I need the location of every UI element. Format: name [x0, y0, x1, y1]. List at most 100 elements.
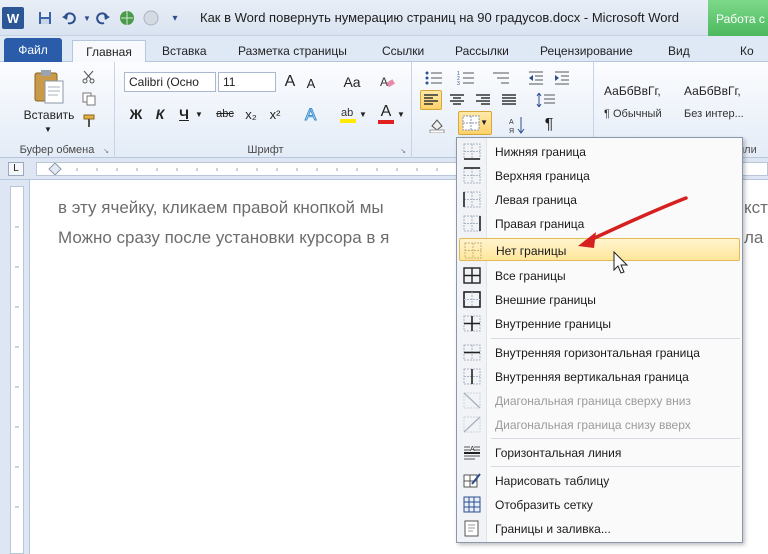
borders-and-shading-icon: [464, 520, 479, 537]
style-no-spacing[interactable]: АаБбВвГг, Без интер...: [680, 68, 758, 124]
font-size-combo[interactable]: 11: [218, 72, 276, 92]
document-line-1: в эту ячейку, кликаем правой кнопкой мы: [58, 198, 384, 217]
style-normal[interactable]: АаБбВвГг, ¶ Обычный: [600, 68, 678, 124]
sort-icon[interactable]: AЯ: [506, 114, 528, 136]
subscript-button[interactable]: x₂: [240, 104, 262, 124]
menu-item-label: Внутренняя вертикальная граница: [495, 370, 689, 384]
tab-design-partial[interactable]: Ко: [740, 40, 754, 62]
customize-qat-icon[interactable]: ▾: [166, 9, 184, 27]
shading-icon[interactable]: [426, 114, 448, 136]
svg-text:A: A: [380, 75, 388, 89]
tab-review[interactable]: Рецензирование: [540, 40, 633, 62]
menu-item-no-border[interactable]: Нет границы: [459, 238, 740, 261]
paste-dropdown-icon[interactable]: ▼: [40, 124, 56, 134]
no-border-icon: [464, 242, 482, 259]
spelling-globe-icon[interactable]: [118, 9, 136, 27]
decrease-indent-icon[interactable]: [526, 68, 546, 88]
menu-item-left-border[interactable]: Левая граница: [459, 188, 740, 211]
menu-item-right-border[interactable]: Правая граница: [459, 212, 740, 235]
strikethrough-button[interactable]: abc: [212, 104, 238, 124]
shrink-font-button[interactable]: A: [302, 74, 320, 92]
tab-references[interactable]: Ссылки: [382, 40, 424, 62]
italic-button[interactable]: К: [150, 104, 170, 124]
align-left-button[interactable]: [420, 90, 442, 110]
menu-item-label: Диагональная граница сверху вниз: [495, 394, 691, 408]
menu-item-inside-borders[interactable]: Внутренние границы: [459, 312, 740, 335]
menu-item-all-borders[interactable]: Все границы: [459, 264, 740, 287]
font-color-dropdown-icon[interactable]: ▼: [396, 106, 406, 122]
font-color-swatch: [378, 120, 394, 124]
context-tab-table-tools[interactable]: Работа с: [708, 0, 768, 36]
highlight-dropdown-icon[interactable]: ▼: [358, 106, 368, 122]
paste-button[interactable]: Вставить: [16, 108, 82, 122]
save-icon[interactable]: [36, 9, 54, 27]
justify-icon[interactable]: [498, 90, 520, 110]
font-color-letter: A: [380, 103, 392, 120]
menu-item-label: Горизонтальная линия: [495, 446, 622, 460]
undo-icon[interactable]: [60, 9, 78, 27]
document-line-2: Можно сразу после установки курсора в я: [58, 228, 390, 247]
clipboard-group: Вставить ▼ Буфер обмена ↘: [0, 62, 115, 158]
superscript-button[interactable]: x²: [264, 104, 286, 124]
align-center-icon[interactable]: [446, 90, 468, 110]
draw-table-icon: [463, 473, 481, 488]
underline-dropdown-icon[interactable]: ▼: [194, 106, 204, 122]
tab-page-layout[interactable]: Разметка страницы: [238, 40, 347, 62]
format-painter-icon[interactable]: [80, 112, 98, 130]
show-marks-icon[interactable]: ¶: [538, 114, 560, 136]
numbering-icon[interactable]: 123: [454, 68, 478, 88]
copy-icon[interactable]: [80, 90, 98, 108]
underline-button[interactable]: Ч: [174, 104, 194, 124]
tab-file[interactable]: Файл: [4, 38, 62, 62]
tab-mailings[interactable]: Рассылки: [455, 40, 509, 62]
menu-item-outside-borders[interactable]: Внешние границы: [459, 288, 740, 311]
text-highlight-icon[interactable]: ab: [336, 102, 360, 126]
word-logo-icon[interactable]: W: [2, 7, 24, 29]
bold-button[interactable]: Ж: [126, 104, 146, 124]
outside-borders-icon: [463, 291, 481, 308]
tab-insert[interactable]: Вставка: [162, 40, 207, 62]
tab-selector[interactable]: L: [8, 162, 24, 176]
align-right-icon[interactable]: [472, 90, 494, 110]
menu-item-label: Нарисовать таблицу: [495, 474, 610, 488]
top-border-icon: [463, 167, 481, 184]
diagonal-down-border-icon: [463, 392, 481, 409]
menu-item-diagonal-down-border: Диагональная граница сверху вниз: [459, 389, 740, 412]
font-name-combo[interactable]: Calibri (Осно: [124, 72, 216, 92]
clipboard-launcher-icon[interactable]: ↘: [102, 147, 110, 155]
increase-indent-icon[interactable]: [552, 68, 572, 88]
font-launcher-icon[interactable]: ↘: [399, 147, 407, 155]
bullets-icon[interactable]: [422, 68, 446, 88]
diagonal-up-border-icon: [463, 416, 481, 433]
tab-view[interactable]: Вид: [668, 40, 690, 62]
menu-item-horizontal-line[interactable]: A Горизонтальная линия: [459, 441, 740, 464]
menu-item-label: Внутренняя горизонтальная граница: [495, 346, 700, 360]
menu-item-inside-horizontal-border[interactable]: Внутренняя горизонтальная граница: [459, 341, 740, 364]
cut-icon[interactable]: [80, 68, 98, 86]
paste-icon[interactable]: [26, 68, 72, 106]
menu-item-borders-and-shading[interactable]: Границы и заливка...: [459, 517, 740, 540]
vertical-ruler-track[interactable]: [10, 186, 24, 554]
clear-formatting-icon[interactable]: A: [376, 72, 398, 92]
change-case-button[interactable]: Aa: [338, 72, 366, 92]
menu-item-label: Внешние границы: [495, 293, 596, 307]
borders-button[interactable]: ▼: [458, 111, 492, 135]
menu-item-draw-table[interactable]: Нарисовать таблицу: [459, 469, 740, 492]
text-effects-icon[interactable]: A: [300, 102, 324, 126]
svg-text:ab: ab: [341, 107, 353, 119]
style-normal-preview: АаБбВвГг,: [604, 84, 661, 98]
font-group-label: Шрифт: [247, 144, 284, 156]
tab-home[interactable]: Главная: [72, 40, 146, 63]
menu-item-top-border[interactable]: Верхняя граница: [459, 164, 740, 187]
redo-icon[interactable]: [94, 9, 112, 27]
menu-item-bottom-border[interactable]: Нижняя граница: [459, 140, 740, 163]
menu-item-view-gridlines[interactable]: Отобразить сетку: [459, 493, 740, 516]
ribbon-tab-row: Файл Главная Вставка Разметка страницы С…: [0, 36, 768, 63]
grow-font-button[interactable]: A: [280, 72, 300, 92]
line-spacing-icon[interactable]: [532, 90, 560, 110]
blank-circle-icon[interactable]: [142, 9, 160, 27]
right-border-icon: [463, 215, 481, 232]
multilevel-list-icon[interactable]: [488, 68, 514, 88]
menu-item-inside-vertical-border[interactable]: Внутренняя вертикальная граница: [459, 365, 740, 388]
font-color-button[interactable]: A: [374, 102, 398, 126]
